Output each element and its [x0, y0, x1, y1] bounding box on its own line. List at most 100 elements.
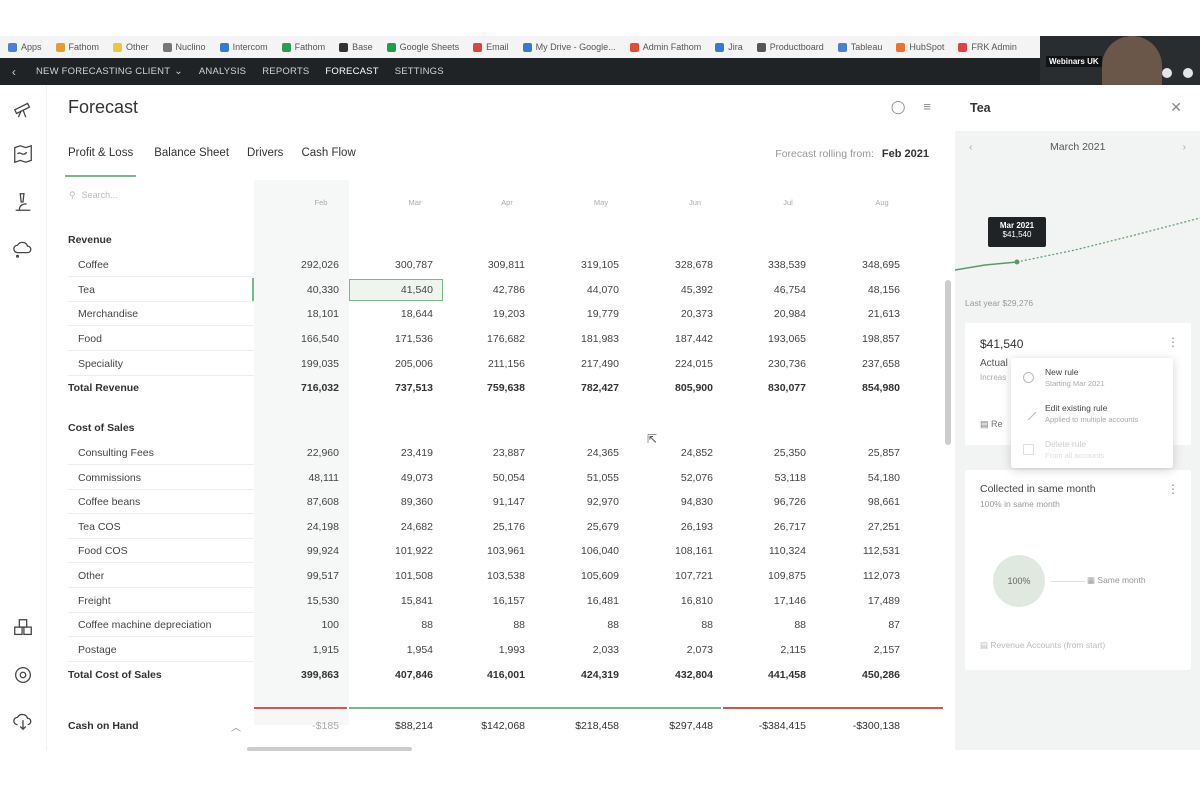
- cash-on-hand-row[interactable]: Cash on Hand -$185 $88,214 $142,068 $218,458…: [47, 714, 945, 738]
- telescope-icon[interactable]: [12, 97, 34, 119]
- bookmark-item[interactable]: Nuclino: [162, 42, 206, 52]
- cell-value[interactable]: 99,924: [259, 545, 339, 557]
- cell-value[interactable]: 24,852: [633, 447, 713, 459]
- cell-value[interactable]: 181,983: [539, 333, 619, 345]
- cell-value[interactable]: $297,448: [633, 720, 713, 732]
- cell-value[interactable]: 49,073: [353, 472, 433, 484]
- cell-value[interactable]: 40,330: [259, 284, 339, 296]
- cell-value[interactable]: 91,147: [445, 496, 525, 508]
- cell-value[interactable]: 46,754: [726, 284, 806, 296]
- table-row[interactable]: Food 166,540 171,536 176,682 181,983 187,442 1…: [47, 327, 945, 352]
- total-row[interactable]: Total Cost of Sales 399,863 407,846 416,001…: [47, 663, 945, 687]
- bookmark-item[interactable]: Fathom: [55, 42, 99, 52]
- cloud-icon[interactable]: [12, 237, 34, 259]
- cell-value[interactable]: 450,286: [820, 669, 900, 681]
- chevron-down-icon[interactable]: ⌄: [174, 66, 191, 77]
- cell-value[interactable]: 45,392: [633, 284, 713, 296]
- cell-value[interactable]: 166,540: [259, 333, 339, 345]
- cell-value[interactable]: 87: [820, 619, 900, 631]
- cell-value[interactable]: 101,508: [353, 570, 433, 582]
- bookmark-item[interactable]: Other: [113, 42, 149, 52]
- cell-value[interactable]: 416,001: [445, 669, 525, 681]
- menu-edit-rule[interactable]: Edit existing rule Applied to multiple ac…: [1045, 403, 1138, 424]
- table-row[interactable]: Coffee 292,026 300,787 309,811 319,105 328,67…: [47, 253, 945, 277]
- table-row[interactable]: Consulting Fees 22,960 23,419 23,887 24,365 2…: [47, 441, 945, 465]
- cell-value[interactable]: 224,015: [633, 358, 713, 370]
- table-row[interactable]: Commissions 48,111 49,073 50,054 51,055 52,07…: [47, 466, 945, 490]
- cell-value[interactable]: $218,458: [539, 720, 619, 732]
- rolling-value[interactable]: Feb 2021: [882, 148, 929, 160]
- cell-value[interactable]: $142,068: [445, 720, 525, 732]
- menu-delete-rule[interactable]: Delete rule From all accounts: [1045, 439, 1104, 460]
- map-icon[interactable]: [12, 143, 34, 165]
- cell-value[interactable]: 48,111: [259, 472, 339, 484]
- cell-value[interactable]: -$185: [259, 720, 339, 732]
- cell-value[interactable]: 782,427: [539, 382, 619, 394]
- cell-value[interactable]: 27,251: [820, 521, 900, 533]
- cell-value[interactable]: 199,035: [259, 358, 339, 370]
- cell-value[interactable]: 51,055: [539, 472, 619, 484]
- cell-value[interactable]: 98,661: [820, 496, 900, 508]
- tab-cash-flow[interactable]: Cash Flow: [301, 147, 355, 177]
- bookmark-item[interactable]: Apps: [8, 42, 42, 52]
- cell-value[interactable]: 105,609: [539, 570, 619, 582]
- cell-value[interactable]: 41,540: [353, 284, 433, 296]
- cell-value[interactable]: 424,319: [539, 669, 619, 681]
- cell-value[interactable]: 20,984: [726, 308, 806, 320]
- cell-value[interactable]: 48,156: [820, 284, 900, 296]
- cell-value[interactable]: 25,857: [820, 447, 900, 459]
- bookmark-item[interactable]: Google Sheets: [386, 42, 459, 52]
- more-icon[interactable]: ⋮: [1167, 482, 1179, 496]
- download-cloud-icon[interactable]: [12, 710, 34, 732]
- bookmark-item[interactable]: FRK Admin: [958, 42, 1017, 52]
- table-row[interactable]: Postage 1,915 1,954 1,993 2,033 2,073 2,115 2,1…: [47, 638, 945, 662]
- table-row[interactable]: Tea COS 24,198 24,682 25,176 25,679 26,193 26,…: [47, 515, 945, 539]
- cell-value[interactable]: 716,032: [259, 382, 339, 394]
- cell-value[interactable]: 24,365: [539, 447, 619, 459]
- cell-value[interactable]: 25,176: [445, 521, 525, 533]
- cell-value[interactable]: 759,638: [445, 382, 525, 394]
- cell-value[interactable]: 20,373: [633, 308, 713, 320]
- cell-value[interactable]: 107,721: [633, 570, 713, 582]
- cell-value[interactable]: 94,830: [633, 496, 713, 508]
- cell-value[interactable]: 26,193: [633, 521, 713, 533]
- forecast-rolling[interactable]: Forecast rolling from: Feb 2021: [775, 148, 929, 160]
- cell-value[interactable]: 211,156: [445, 358, 525, 370]
- bookmark-item[interactable]: Admin Fathom: [629, 42, 701, 52]
- filter-icon[interactable]: ≡: [923, 99, 931, 115]
- chevron-left-icon[interactable]: ‹: [969, 141, 973, 153]
- cell-value[interactable]: 23,887: [445, 447, 525, 459]
- settings-icon[interactable]: [12, 664, 34, 686]
- cell-value[interactable]: 187,442: [633, 333, 713, 345]
- cell-value[interactable]: 24,682: [353, 521, 433, 533]
- bookmark-item[interactable]: Jira: [715, 42, 743, 52]
- cell-value[interactable]: 99,517: [259, 570, 339, 582]
- cell-value[interactable]: 230,736: [726, 358, 806, 370]
- table-row[interactable]: Other 99,517 101,508 103,538 105,609 107,721 1…: [47, 564, 945, 588]
- more-icon[interactable]: ⋮: [1167, 335, 1179, 349]
- cell-value[interactable]: 193,065: [726, 333, 806, 345]
- cell-value[interactable]: 2,033: [539, 644, 619, 656]
- cell-value[interactable]: $88,214: [353, 720, 433, 732]
- table-row[interactable]: Speciality 199,035 205,006 211,156 217,490 22…: [47, 352, 945, 376]
- cell-value[interactable]: 18,644: [353, 308, 433, 320]
- cell-value[interactable]: 87,608: [259, 496, 339, 508]
- cell-value[interactable]: 854,980: [820, 382, 900, 394]
- cell-value[interactable]: 16,481: [539, 595, 619, 607]
- cell-value[interactable]: 217,490: [539, 358, 619, 370]
- bookmark-item[interactable]: Intercom: [219, 42, 268, 52]
- close-icon[interactable]: ✕: [1170, 99, 1182, 116]
- cell-value[interactable]: 109,875: [726, 570, 806, 582]
- menu-new-rule[interactable]: New rule Starting Mar 2021: [1045, 367, 1105, 388]
- cell-value[interactable]: 108,161: [633, 545, 713, 557]
- cell-value[interactable]: 88: [726, 619, 806, 631]
- cell-value[interactable]: 198,857: [820, 333, 900, 345]
- table-row[interactable]: Freight 15,530 15,841 16,157 16,481 16,810 17,…: [47, 589, 945, 613]
- cell-value[interactable]: 96,726: [726, 496, 806, 508]
- cell-value[interactable]: 805,900: [633, 382, 713, 394]
- cell-value[interactable]: 53,118: [726, 472, 806, 484]
- table-row[interactable]: Merchandise 18,101 18,644 19,203 19,779 20,37…: [47, 302, 945, 327]
- cell-value[interactable]: 1,993: [445, 644, 525, 656]
- cell-value[interactable]: 407,846: [353, 669, 433, 681]
- chevron-right-icon[interactable]: ›: [1183, 141, 1187, 153]
